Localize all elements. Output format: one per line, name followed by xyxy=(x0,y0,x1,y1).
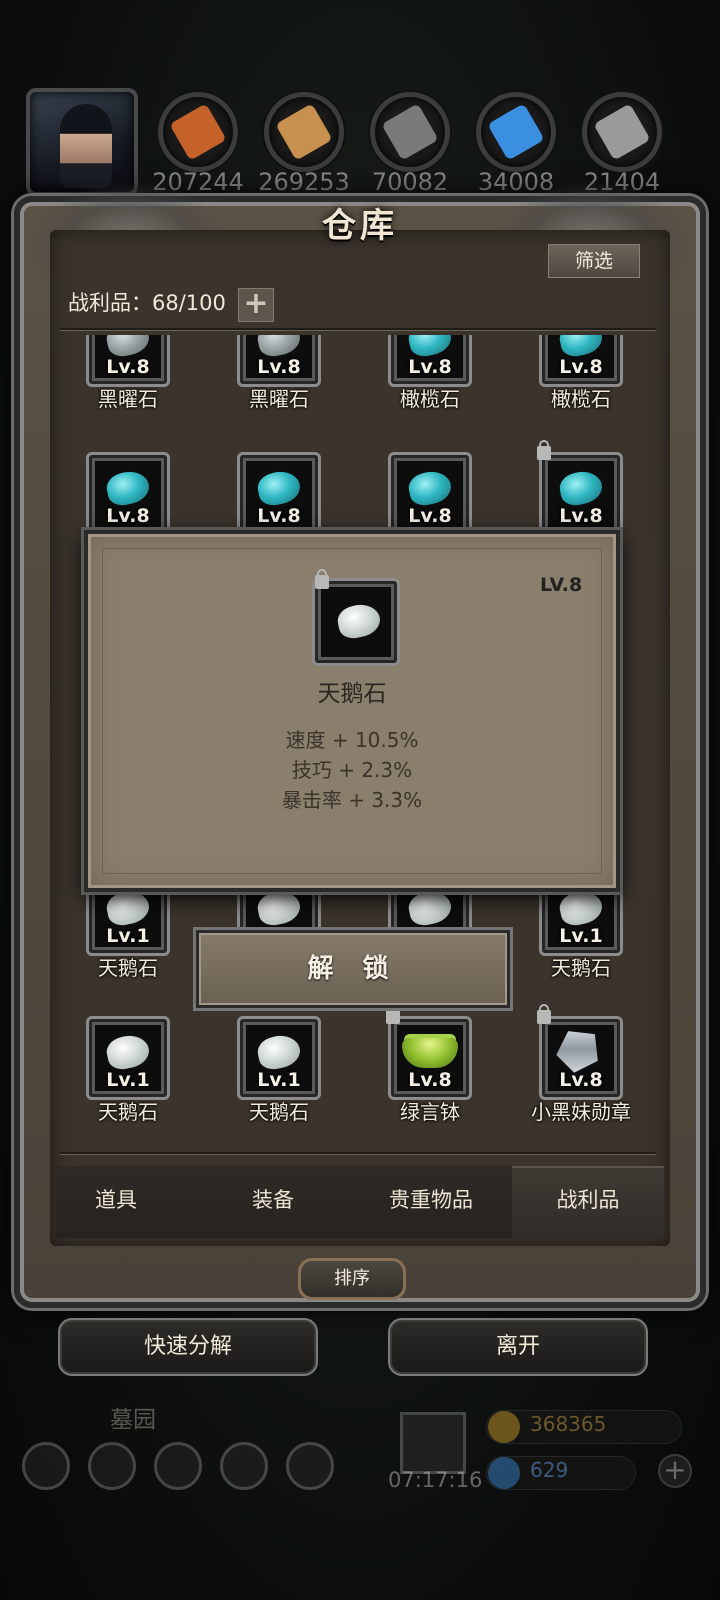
item-detail-slot xyxy=(312,569,400,666)
divider xyxy=(60,328,656,330)
crystal-resource-icon xyxy=(476,92,556,172)
tab-equipment[interactable]: 装备 xyxy=(198,1184,348,1214)
warehouse-title: 仓库 xyxy=(322,206,398,246)
item-name: 绿言钵 xyxy=(400,1100,460,1124)
item-slot[interactable]: Lv.8 xyxy=(237,452,321,536)
expand-capacity-button[interactable]: + xyxy=(238,288,274,322)
item-slot[interactable]: Lv.1 天鹅石 xyxy=(237,1016,321,1124)
divider xyxy=(60,1152,656,1154)
lock-icon xyxy=(386,1004,400,1024)
lock-icon xyxy=(537,1004,551,1024)
item-name: 天鹅石 xyxy=(551,956,611,980)
timer-text: 07:17:16 xyxy=(388,1468,483,1492)
loot-capacity: 战利品：68/100 xyxy=(68,291,226,315)
steel-resource-icon xyxy=(582,92,662,172)
item-slot[interactable]: Lv.8 xyxy=(388,452,472,536)
filter-button[interactable]: 筛选 xyxy=(548,244,640,278)
item-slot[interactable]: Lv.8 xyxy=(537,440,623,536)
lock-icon xyxy=(537,440,551,460)
item-stat: 暴击率 + 3.3% xyxy=(281,788,423,812)
leave-button[interactable]: 离开 xyxy=(388,1318,648,1376)
gold-coin-icon xyxy=(488,1411,520,1443)
gem-amount: 629 xyxy=(530,1458,569,1482)
iron-amount: 70082 xyxy=(371,168,449,196)
character-icon xyxy=(154,1442,202,1490)
bag-icon xyxy=(286,1442,334,1490)
add-currency-icon: + xyxy=(658,1454,692,1488)
pentagram-icon xyxy=(88,1442,136,1490)
location-label: 墓园 xyxy=(110,1407,156,1433)
item-slot[interactable]: Lv.8 绿言钵 xyxy=(386,1004,472,1124)
item-name: 小黑妹勋章 xyxy=(531,1100,631,1124)
item-name: 天鹅石 xyxy=(98,956,158,980)
item-slot[interactable]: Lv.1 天鹅石 xyxy=(86,1016,170,1124)
lock-icon xyxy=(315,569,329,589)
sort-button[interactable]: 排序 xyxy=(298,1258,406,1300)
wood-amount: 269253 xyxy=(258,168,350,196)
tab-loot[interactable]: 战利品 xyxy=(513,1184,663,1214)
tab-valuables[interactable]: 贵重物品 xyxy=(356,1184,506,1214)
mail-icon xyxy=(220,1442,268,1490)
item-stat: 速度 + 10.5% xyxy=(285,728,419,752)
unlock-button[interactable]: 解 锁 xyxy=(196,930,510,1008)
item-name: 天鹅石 xyxy=(249,1100,309,1124)
item-slot[interactable]: Lv.8 小黑妹勋章 xyxy=(531,1004,631,1124)
item-name: 天鹅石 xyxy=(98,1100,158,1124)
tab-items[interactable]: 道具 xyxy=(41,1184,191,1214)
item-stat: 技巧 + 2.3% xyxy=(291,758,413,782)
swan-stone-icon xyxy=(335,600,383,642)
item-detail-level: LV.8 xyxy=(540,574,583,596)
gift-icon xyxy=(400,1412,466,1474)
gold-amount: 368365 xyxy=(530,1412,607,1436)
blue-gem-icon xyxy=(488,1457,520,1489)
settings-icon xyxy=(22,1442,70,1490)
quick-decompose-button[interactable]: 快速分解 xyxy=(58,1318,318,1376)
item-slot[interactable]: Lv.8 xyxy=(86,452,170,536)
item-detail-popup: LV.8 天鹅石 速度 + 10.5% 技巧 + 2.3% 暴击率 + 3.3% xyxy=(84,530,620,892)
wood-resource-icon xyxy=(264,92,344,172)
meat-resource-icon xyxy=(158,92,238,172)
iron-resource-icon xyxy=(370,92,450,172)
item-detail-name: 天鹅石 xyxy=(317,681,387,707)
